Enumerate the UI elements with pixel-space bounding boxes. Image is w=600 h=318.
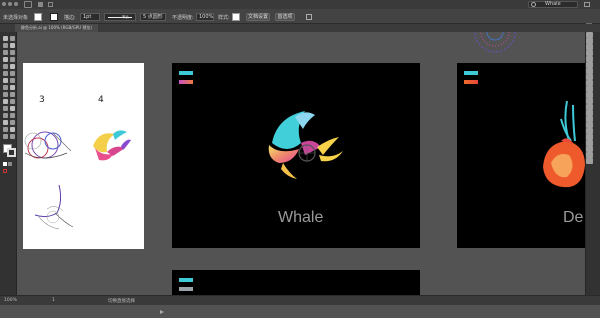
color-chip-gradient (179, 80, 193, 84)
rotate-tool-icon[interactable] (10, 78, 15, 83)
whale-logo (268, 111, 343, 179)
gradient-mode-icon[interactable] (8, 162, 12, 166)
right-caption: De (563, 209, 584, 226)
line-tool-icon[interactable] (10, 57, 15, 62)
fill-swatch[interactable] (34, 13, 42, 21)
menu-icon[interactable] (586, 14, 592, 29)
eyedropper-tool-icon[interactable] (10, 106, 15, 111)
color-chip-orange (464, 80, 478, 84)
color-chip-teal (179, 71, 193, 75)
gradient-tool-icon[interactable] (3, 106, 8, 111)
direct-selection-tool-icon[interactable] (10, 36, 15, 41)
arrange-icon[interactable] (48, 2, 53, 7)
none-mode-icon[interactable] (3, 169, 7, 173)
free-transform-tool-icon[interactable] (3, 92, 8, 97)
shaper-tool-icon[interactable] (3, 71, 8, 76)
page-number[interactable]: 1 (52, 298, 55, 303)
zoom-level[interactable]: 100% (4, 298, 17, 303)
play-icon[interactable] (160, 299, 164, 314)
user-name: Whale (545, 1, 561, 7)
dash-label: 等比 (122, 15, 129, 19)
close-tab-icon[interactable] (9, 26, 15, 42)
opacity-field[interactable]: 100% (196, 13, 214, 21)
sketch-number-4: 4 (98, 95, 104, 105)
type-tool-icon[interactable] (3, 57, 8, 62)
paintbrush-tool-icon[interactable] (10, 64, 15, 69)
color-mode-icon[interactable] (3, 162, 7, 166)
current-tool-name: 切换直接选择 (108, 299, 135, 304)
color-chip-teal-right (464, 71, 478, 75)
blend-tool-icon[interactable] (3, 113, 8, 118)
graphic-style-swatch[interactable] (232, 13, 240, 21)
layout-icon[interactable] (584, 2, 590, 7)
document-setup-button[interactable]: 文档设置 (246, 13, 270, 21)
zoom-window-icon[interactable] (14, 2, 18, 6)
home-icon[interactable] (24, 1, 32, 8)
magic-wand-tool-icon[interactable] (3, 43, 8, 48)
stroke-color-swatch[interactable] (7, 148, 16, 157)
whale-caption: Whale (278, 209, 324, 226)
chevron-down-icon[interactable] (42, 14, 49, 29)
width-tool-icon[interactable] (10, 85, 15, 90)
sketch-colored-whale (93, 130, 131, 161)
slice-tool-icon[interactable] (3, 127, 8, 132)
deer-logo-partial (543, 101, 585, 188)
preferences-button[interactable]: 首选项 (275, 13, 295, 21)
stroke-label: 描边: (64, 15, 76, 21)
perspective-tool-icon[interactable] (3, 99, 8, 104)
user-icon (531, 2, 536, 7)
zoom-tool-icon[interactable] (3, 134, 8, 139)
top-partial-mandala (474, 32, 516, 53)
more-tools-tool-icon[interactable] (10, 134, 15, 139)
control-bar: 未选择对象 描边: 1pt 等比 5 点圆形 不透明度: 100% 样式: 文档… (0, 9, 600, 29)
opacity-label: 不透明度: (172, 15, 194, 21)
artboard-whale[interactable]: Whale (172, 63, 420, 248)
align-icon[interactable] (306, 14, 312, 20)
shape-builder-tool-icon[interactable] (10, 92, 15, 97)
close-window-icon[interactable] (2, 2, 6, 6)
variable-width-profile[interactable] (104, 13, 136, 21)
artboard-bottom[interactable] (172, 270, 420, 295)
scale-tool-icon[interactable] (3, 85, 8, 90)
tools-panel (0, 32, 17, 295)
color-chip-gray-bottom (179, 287, 193, 291)
window-titlebar: Whale (0, 0, 600, 16)
curvature-tool-icon[interactable] (10, 50, 15, 55)
sketch-number-3: 3 (39, 95, 45, 105)
status-bar: 100% 1 切换直接选择 (0, 295, 600, 314)
sketch-line-drawing (34, 184, 74, 230)
pen-tool-icon[interactable] (3, 50, 8, 55)
canvas-area[interactable]: 3 4 Whale De (17, 32, 585, 295)
minimize-window-icon[interactable] (8, 2, 12, 6)
panel-icon[interactable] (38, 2, 43, 7)
document-tab[interactable]: 鲸鱼分析.ai @ 100% (RGB/GPU 预览) (15, 24, 98, 32)
stroke-weight-field[interactable]: 1pt (80, 13, 100, 21)
send-icon[interactable] (62, 1, 68, 16)
document-tab-bar: 鲸鱼分析.ai @ 100% (RGB/GPU 预览) (0, 24, 600, 42)
style-label: 样式: (218, 15, 230, 21)
selection-tool-icon[interactable] (3, 36, 8, 41)
stroke-swatch[interactable] (50, 13, 58, 21)
rectangle-tool-icon[interactable] (3, 64, 8, 69)
artboard-sketches[interactable]: 3 4 (23, 63, 144, 249)
column-graph-tool-icon[interactable] (3, 120, 8, 125)
sketch-circles-drawing (24, 131, 72, 159)
selection-status: 未选择对象 (3, 15, 29, 21)
artboard-right[interactable]: De (457, 63, 585, 248)
mesh-tool-icon[interactable] (10, 99, 15, 104)
lasso-tool-icon[interactable] (10, 43, 15, 48)
pencil-tool-icon[interactable] (10, 71, 15, 76)
artboard-tool-icon[interactable] (10, 120, 15, 125)
eraser-tool-icon[interactable] (3, 78, 8, 83)
right-panel-dock (585, 32, 600, 295)
color-chip-teal-bottom (179, 278, 193, 282)
brush-definition-field[interactable]: 5 点圆形 (140, 13, 166, 21)
hand-tool-icon[interactable] (10, 127, 15, 132)
symbol-sprayer-tool-icon[interactable] (10, 113, 15, 118)
artboards-panel-icon[interactable] (586, 158, 593, 164)
